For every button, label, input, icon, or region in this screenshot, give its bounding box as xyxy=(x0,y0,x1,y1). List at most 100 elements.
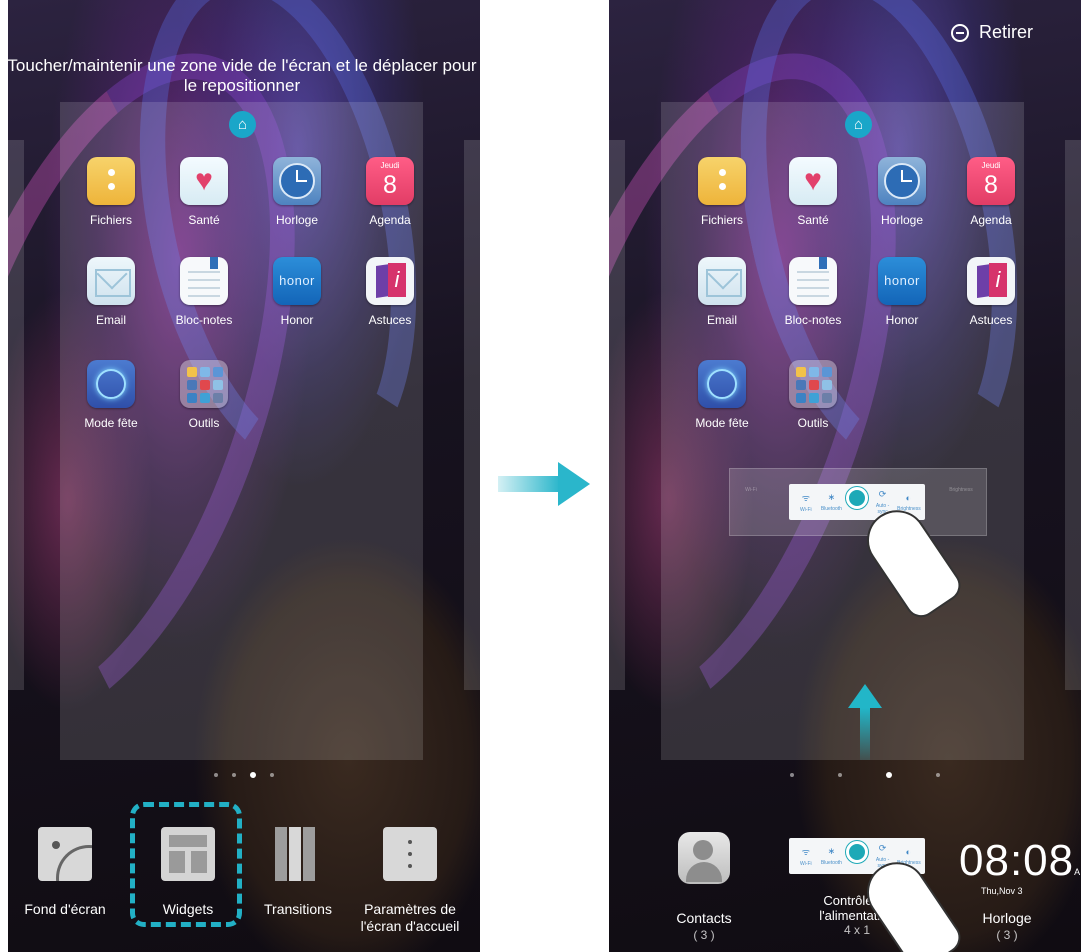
app-label: Outils xyxy=(188,416,220,430)
app-label: Mode fête xyxy=(695,416,749,430)
app-label: Email xyxy=(706,313,737,327)
app-tips[interactable]: Astuces xyxy=(345,257,435,327)
folder-tools[interactable]: Outils xyxy=(159,360,249,430)
heart-icon: ♥ xyxy=(180,157,228,205)
honor-logo-icon: honor xyxy=(878,257,926,305)
widget-count: ( 3 ) xyxy=(996,928,1018,942)
wifi-ghost-label: Wi-Fi xyxy=(745,487,757,493)
widget-clock[interactable]: Horloge ( 3 ) xyxy=(957,910,1057,944)
app-label: Horloge xyxy=(275,213,319,227)
clock-icon xyxy=(273,157,321,205)
remove-label: Retirer xyxy=(978,22,1033,42)
app-label: Santé xyxy=(797,213,829,227)
instruction-text: Toucher/maintenir une zone vide de l'écr… xyxy=(8,56,477,95)
home-icon[interactable]: ⌂ xyxy=(845,111,872,138)
page-dot[interactable] xyxy=(214,773,218,777)
app-notes[interactable]: Bloc-notes xyxy=(768,257,858,327)
app-label: Horloge xyxy=(880,213,924,227)
app-label: Bloc-notes xyxy=(175,313,233,327)
app-email[interactable]: Email xyxy=(66,257,156,327)
menu-home-settings[interactable]: Paramètres de l'écran d'accueil xyxy=(348,827,472,935)
calendar-icon: Jeudi 8 xyxy=(967,157,1015,205)
tools-folder-icon xyxy=(789,360,837,408)
app-label: Outils xyxy=(797,416,829,430)
app-label: Astuces xyxy=(969,313,1013,327)
tips-book-icon xyxy=(967,257,1015,305)
clock-widget-date: Thu,Nov 3 xyxy=(981,886,1023,896)
home-icon[interactable]: ⌂ xyxy=(229,111,256,138)
page-indicator xyxy=(629,772,1081,778)
app-files[interactable]: Fichiers xyxy=(677,157,767,227)
clock-icon xyxy=(878,157,926,205)
app-email[interactable]: Email xyxy=(677,257,767,327)
more-vertical-icon xyxy=(383,827,437,881)
previous-page-preview[interactable] xyxy=(8,140,24,690)
menu-transitions[interactable]: Transitions xyxy=(252,827,344,918)
widget-toggle-wifi[interactable]: ᯤ Wi-Fi xyxy=(795,491,817,513)
app-clock[interactable]: Horloge xyxy=(252,157,342,227)
honor-logo-icon: honor xyxy=(273,257,321,305)
envelope-icon xyxy=(698,257,746,305)
touch-point-icon xyxy=(846,841,868,863)
folder-tools[interactable]: Outils xyxy=(768,360,858,430)
app-files[interactable]: Fichiers xyxy=(66,157,156,227)
app-label: Mode fête xyxy=(84,416,138,430)
app-label: Santé xyxy=(188,213,220,227)
app-health[interactable]: ♥ Santé xyxy=(159,157,249,227)
app-honor[interactable]: honor Honor xyxy=(857,257,947,327)
menu-wallpaper[interactable]: Fond d'écran xyxy=(8,827,122,918)
app-notes[interactable]: Bloc-notes xyxy=(159,257,249,327)
app-calendar[interactable]: Jeudi 8 Agenda xyxy=(345,157,435,227)
edit-home-screen-left: Toucher/maintenir une zone vide de l'écr… xyxy=(8,0,480,952)
menu-label: Transitions xyxy=(264,901,332,917)
app-honor[interactable]: honor Honor xyxy=(252,257,342,327)
widget-label: Contacts xyxy=(676,910,732,926)
remove-button[interactable]: Retirer xyxy=(950,22,1033,43)
page-dot-active[interactable] xyxy=(886,772,892,778)
files-icon xyxy=(87,157,135,205)
brightness-ghost-label: Brightness xyxy=(949,487,973,493)
files-icon xyxy=(698,157,746,205)
page-dot[interactable] xyxy=(790,773,794,777)
wallpaper-icon xyxy=(38,827,92,881)
touch-point-icon xyxy=(846,487,868,509)
menu-label: Paramètres de l'écran d'accueil xyxy=(360,901,460,934)
app-label: Honor xyxy=(885,313,919,327)
page-dot[interactable] xyxy=(936,773,940,777)
transitions-icon xyxy=(271,827,325,881)
app-label: Agenda xyxy=(970,213,1012,227)
app-label: Fichiers xyxy=(700,213,743,227)
app-party-mode[interactable]: Mode fête xyxy=(66,360,156,430)
next-page-preview[interactable] xyxy=(464,140,480,690)
widget-toggle-wifi: ᯤ Wi-Fi xyxy=(799,847,812,867)
drag-up-arrow-icon xyxy=(844,684,884,764)
widget-toggle-brightness[interactable]: ◐ Brightness xyxy=(897,493,921,512)
app-tips[interactable]: Astuces xyxy=(946,257,1036,327)
widget-toggle-bluetooth[interactable]: ∗ Bluetooth xyxy=(820,492,842,512)
envelope-icon xyxy=(87,257,135,305)
page-dot[interactable] xyxy=(232,773,236,777)
app-label: Fichiers xyxy=(89,213,132,227)
next-page-preview[interactable] xyxy=(1065,140,1081,690)
app-health[interactable]: ♥ Santé xyxy=(768,157,858,227)
heart-icon: ♥ xyxy=(789,157,837,205)
widget-label: Horloge xyxy=(982,910,1032,926)
notepad-icon xyxy=(789,257,837,305)
transition-arrow-icon xyxy=(498,462,592,506)
page-dot[interactable] xyxy=(270,773,274,777)
page-indicator xyxy=(8,772,480,778)
app-label: Email xyxy=(95,313,126,327)
app-calendar[interactable]: Jeudi 8 Agenda xyxy=(946,157,1036,227)
page-dot[interactable] xyxy=(838,773,842,777)
app-party-mode[interactable]: Mode fête xyxy=(677,360,767,430)
widgets-highlight-box xyxy=(130,802,242,927)
previous-page-preview[interactable] xyxy=(609,140,625,690)
contacts-icon xyxy=(678,832,730,884)
app-label: Honor xyxy=(280,313,314,327)
app-clock[interactable]: Horloge xyxy=(857,157,947,227)
widget-contacts[interactable]: Contacts ( 3 ) xyxy=(649,832,759,944)
widget-toggle-bluetooth: ∗ Bluetooth xyxy=(820,846,842,866)
minus-circle-icon xyxy=(950,23,969,42)
page-dot-active[interactable] xyxy=(250,772,256,778)
notepad-icon xyxy=(180,257,228,305)
